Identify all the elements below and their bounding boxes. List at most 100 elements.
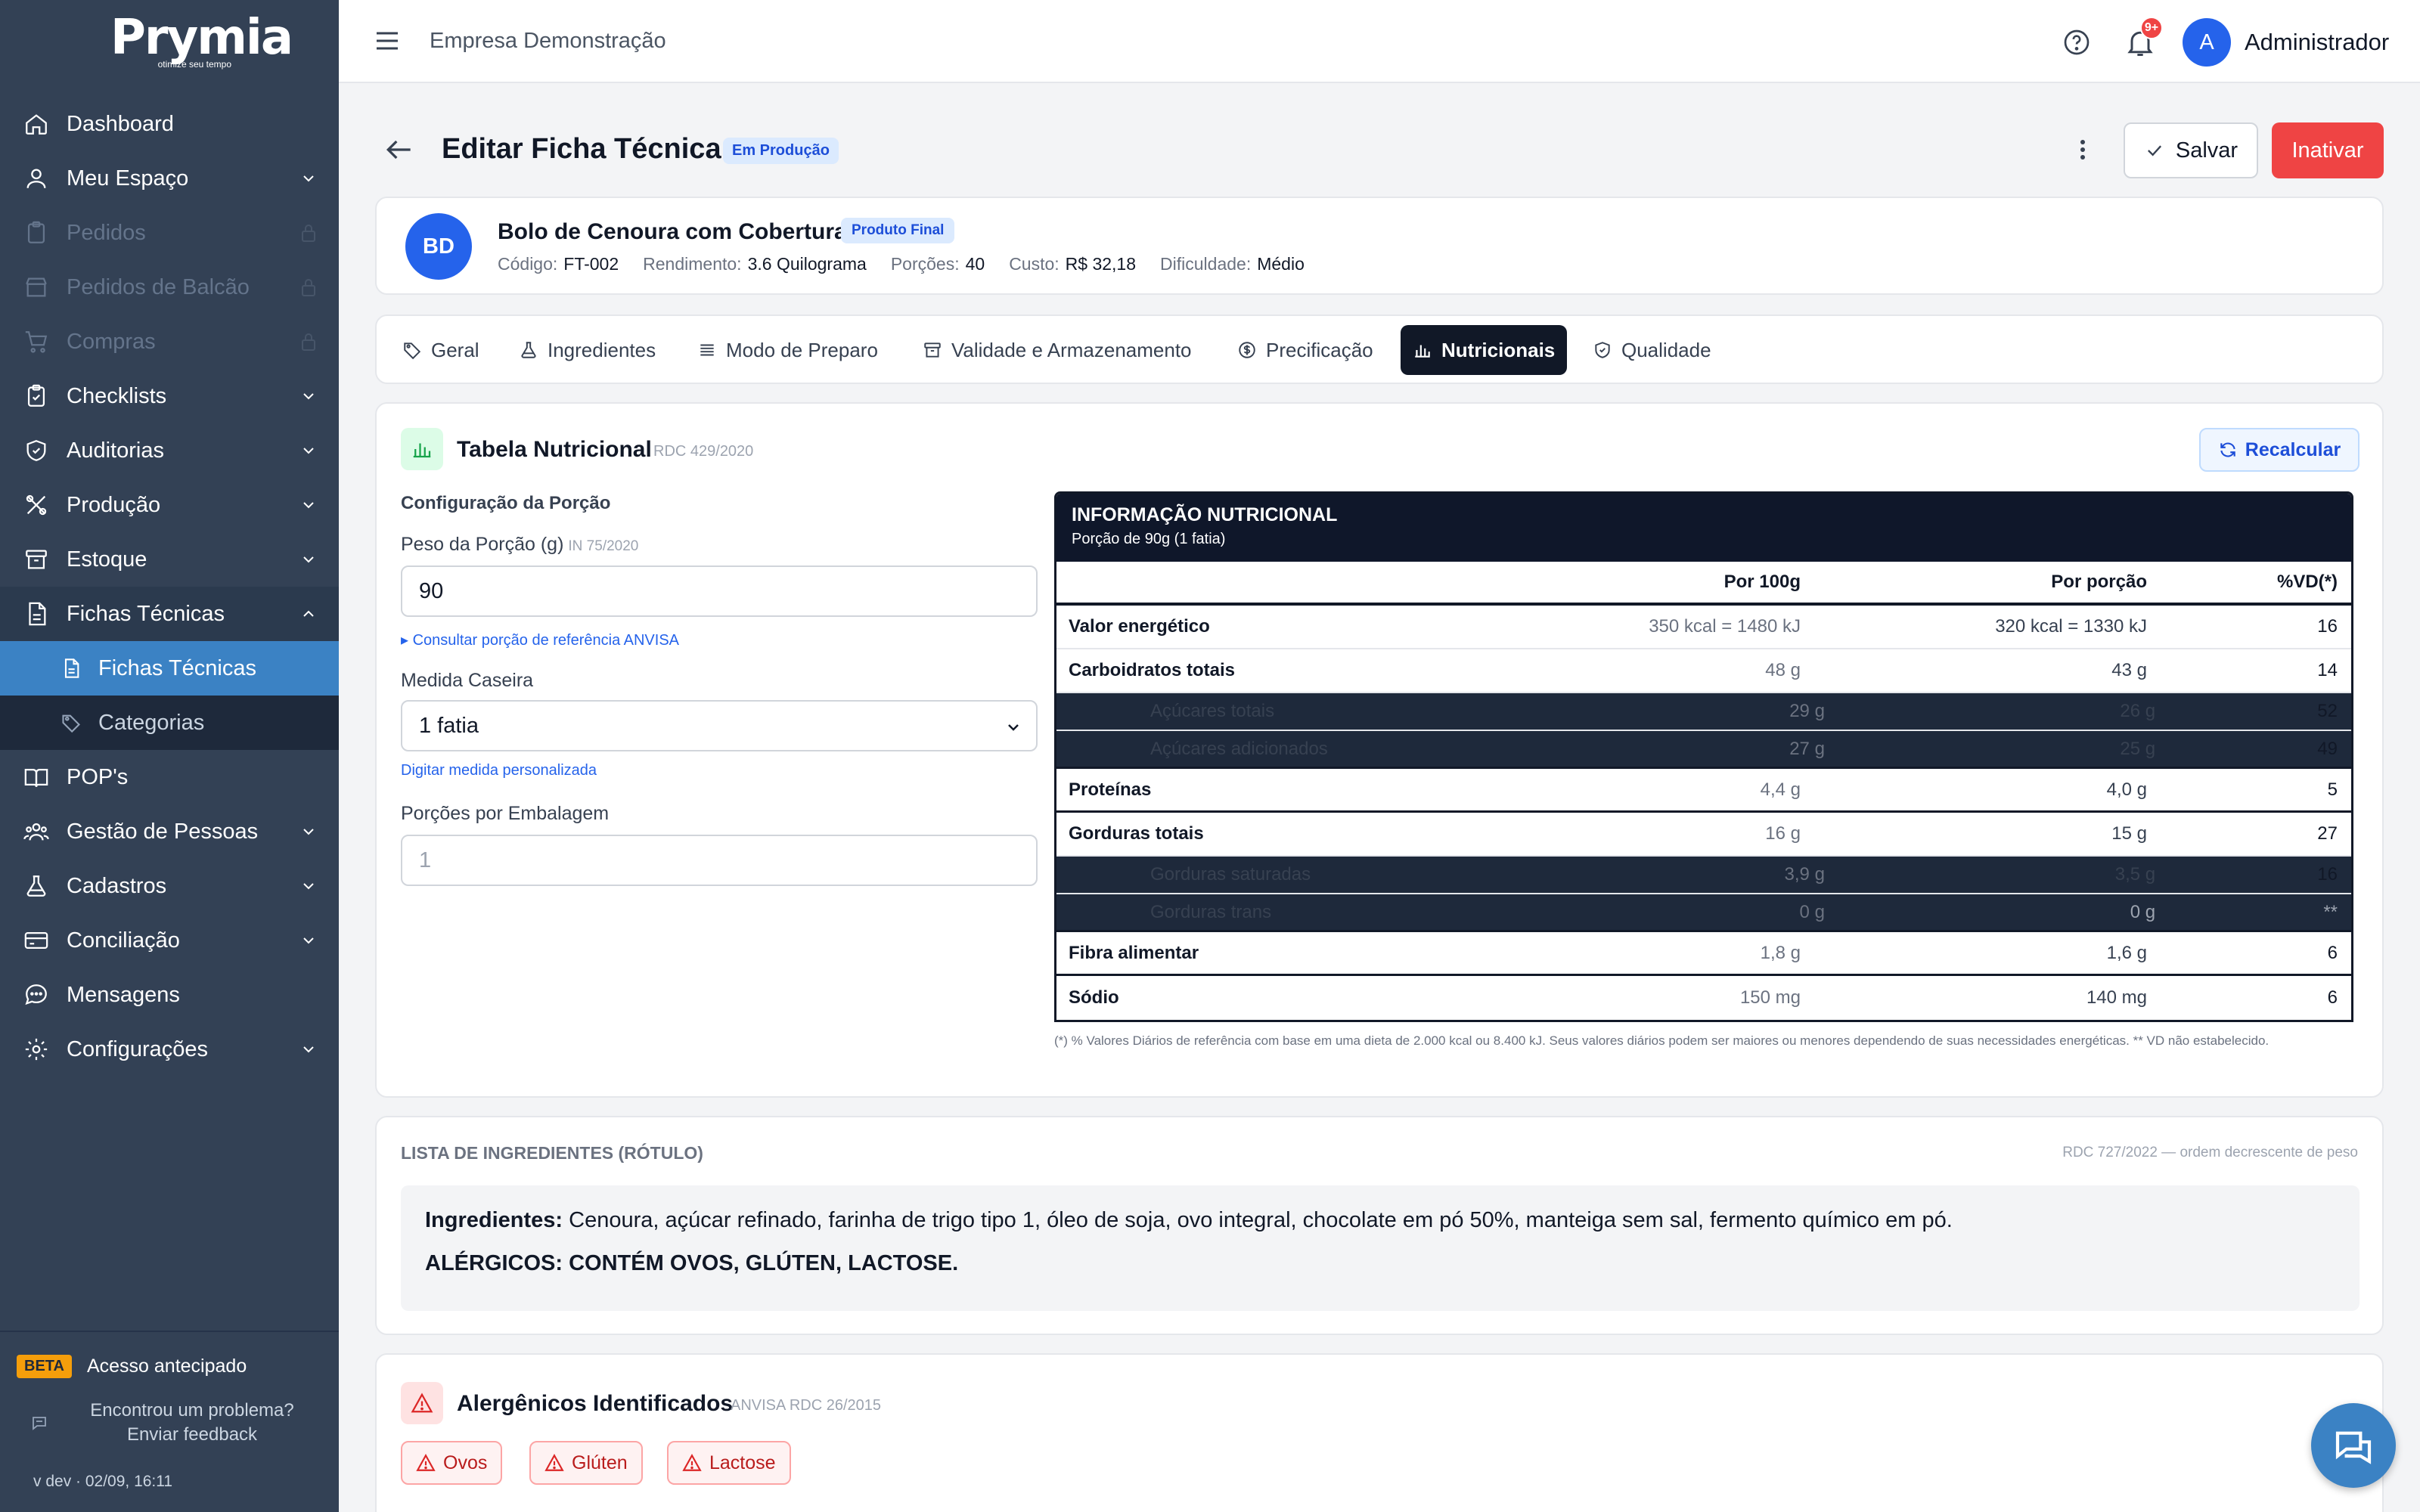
nutrition-ref: RDC 429/2020 [653,443,754,460]
avatar[interactable]: A [2183,18,2231,67]
code-label: Código: [498,254,558,274]
table-row: Gorduras saturadas 3,9 g 3,5 g 16 [1056,857,2351,894]
sidebar-item-auditorias[interactable]: Auditorias [0,423,339,478]
col-per-portion: Por porção [2051,572,2147,592]
custom-measure-link[interactable]: Digitar medida personalizada [401,762,597,779]
tab-qualidade[interactable]: Qualidade [1581,325,1723,375]
ingredients-label-card: LISTA DE INGREDIENTES (RÓTULO) RDC 727/2… [375,1116,2384,1335]
sidebar-item-configuracoes[interactable]: Configurações [0,1022,339,1077]
company-name[interactable]: Empresa Demonstração [430,29,666,54]
allergen-label: Glúten [572,1452,628,1473]
archive-icon [21,544,51,575]
sidebar-item-conciliacao[interactable]: Conciliação [0,913,339,968]
sidebar-item-label: Estoque [67,547,147,572]
table-row: Açúcares adicionados 27 g 25 g 49 [1056,731,2351,769]
per-package-input[interactable]: 1 [401,835,1038,886]
yield-value: 3.6 Quilograma [747,254,867,274]
lock-icon [299,277,318,298]
chevron-down-icon [299,496,318,514]
tab-precificacao[interactable]: Precificação [1225,325,1385,375]
tab-label: Qualidade [1621,338,1711,361]
inactivate-button[interactable]: Inativar [2272,122,2384,178]
sidebar-item-gestao-pessoas[interactable]: Gestão de Pessoas [0,804,339,859]
save-button[interactable]: Salvar [2124,122,2258,178]
tab-ingredientes[interactable]: Ingredientes [507,325,668,375]
portion-weight-label-text: Peso da Porção (g) [401,534,564,555]
portion-weight-input[interactable]: 90 [401,565,1038,617]
allergens-card: Alergênicos Identificados ANVISA RDC 26/… [375,1353,2384,1512]
page-header: Editar Ficha Técnica Em Produção Salvar … [339,83,2420,212]
sidebar-item-producao[interactable]: Produção [0,478,339,532]
check-icon [2147,145,2161,156]
product-name: Bolo de Cenoura com Cobertura [498,219,847,244]
allergens-title: Alergênicos Identificados [457,1391,734,1416]
user-name[interactable]: Administrador [2245,29,2389,56]
tab-validade[interactable]: Validade e Armazenamento [911,325,1204,375]
sidebar-subitem-categorias[interactable]: Categorias [0,696,339,750]
menu-icon[interactable] [372,27,402,54]
back-arrow-icon[interactable] [383,133,416,166]
gear-icon [21,1034,51,1064]
sidebar-item-label: Auditorias [67,438,164,463]
per-100g-value: 27 g [1789,738,1825,759]
save-button-label: Salvar [2175,138,2238,163]
sidebar-item-meu-espaco[interactable]: Meu Espaço [0,151,339,206]
portion-config-title: Configuração da Porção [401,493,611,513]
recalculate-label: Recalcular [2245,438,2341,460]
tab-label: Validade e Armazenamento [951,338,1192,361]
logo[interactable]: Prymia otimize seu tempo [110,10,293,73]
home-icon [21,109,51,139]
sidebar-item-label: Gestão de Pessoas [67,819,259,844]
sidebar-item-label: Cadastros [67,873,167,898]
user-icon [21,163,51,194]
sidebar-item-mensagens[interactable]: Mensagens [0,968,339,1022]
feedback-text: Encontrou um problema? Enviar feedback [67,1399,318,1447]
store-icon [21,272,51,302]
nutrient-name: Proteínas [1069,779,1152,800]
flask-icon [521,342,536,358]
sidebar-item-dashboard[interactable]: Dashboard [0,97,339,151]
per-100g-value: 350 kcal = 1480 kJ [1649,616,1801,637]
feedback-link[interactable]: Encontrou um problema? Enviar feedback [30,1399,318,1447]
product-card: BD Bolo de Cenoura com Cobertura Produto… [375,197,2384,295]
household-measure-value: 1 fatia [419,713,479,738]
sidebar-item-checklists[interactable]: Checklists [0,369,339,423]
chat-button[interactable] [2311,1403,2396,1488]
chat-bubble-icon [21,980,51,1010]
nutrition-facts-table: INFORMAÇÃO NUTRICIONAL Porção de 90g (1 … [1054,491,2353,1022]
nutrient-name: Açúcares adicionados [1150,738,1328,759]
status-badge: Em Produção [723,138,839,164]
table-row: Valor energético 350 kcal = 1480 kJ 320 … [1056,606,2351,649]
recalculate-button[interactable]: Recalcular [2199,428,2360,472]
anvisa-reference-link[interactable]: ▸ Consultar porção de referência ANVISA [401,631,679,649]
topbar: Empresa Demonstração 9+ A Administrador [339,0,2420,83]
tag-icon [404,342,421,360]
sidebar-item-cadastros[interactable]: Cadastros [0,859,339,913]
chevron-down-icon [299,169,318,187]
sidebar-subitem-fichas-tecnicas[interactable]: Fichas Técnicas [0,641,339,696]
tab-label: Geral [431,338,479,361]
per-portion-value: 26 g [2120,701,2156,721]
nutrition-footnote: (*) % Valores Diários de referência com … [1054,1033,2270,1048]
nutrition-facts-header: INFORMAÇÃO NUTRICIONAL Porção de 90g (1 … [1056,494,2351,562]
logo-text: Prymia [110,10,293,66]
nutrient-name: Gorduras saturadas [1150,864,1311,885]
portion-weight-label: Peso da Porção (g) IN 75/2020 [401,534,638,556]
lock-icon [299,331,318,352]
ingredients-ref: RDC 727/2022 — ordem decrescente de peso [2062,1145,2358,1160]
more-options-icon[interactable] [2069,135,2096,165]
credit-card-icon [21,925,51,956]
tab-modo-preparo[interactable]: Modo de Preparo [685,325,890,375]
household-measure-select[interactable]: 1 fatia [401,700,1038,751]
tab-geral[interactable]: Geral [390,325,492,375]
vd-value: 49 [2317,738,2338,759]
tab-nutricionais[interactable]: Nutricionais [1401,325,1568,375]
allergen-chip: Lactose [667,1441,791,1485]
help-icon[interactable] [2062,27,2092,57]
per-100g-value: 0 g [1799,901,1825,922]
sidebar-item-fichas-tecnicas[interactable]: Fichas Técnicas [0,587,339,641]
warning-icon [682,1454,702,1471]
page-title: Editar Ficha Técnica [442,133,721,165]
sidebar-item-pops[interactable]: POP's [0,750,339,804]
sidebar-item-estoque[interactable]: Estoque [0,532,339,587]
